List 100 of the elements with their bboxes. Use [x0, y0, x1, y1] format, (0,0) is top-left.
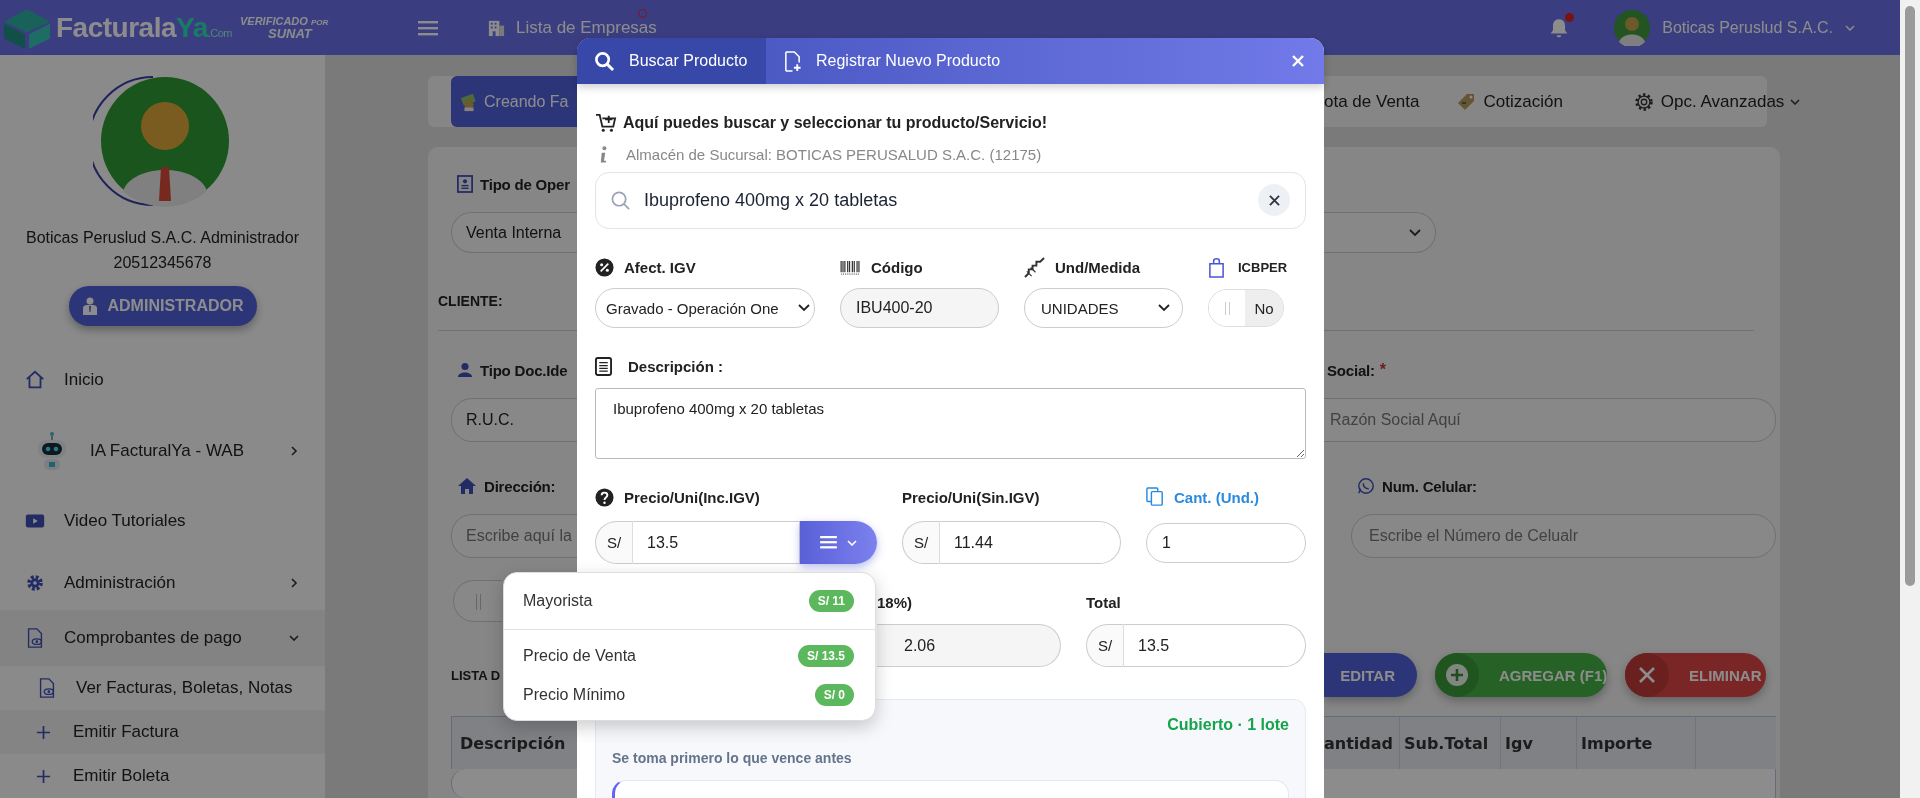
caret-icon [847, 539, 857, 546]
section-heading: LISTA D [451, 667, 501, 683]
caret-icon [1845, 24, 1855, 31]
field-label: Precio/Uni(Sin.IGV) [902, 488, 1040, 506]
home-icon [24, 369, 46, 391]
chevron-icon [289, 577, 299, 588]
info-icon [599, 145, 608, 164]
currency-prefix: S/ [595, 521, 633, 564]
logo-wordmark: FacturalaYa.Com [56, 11, 232, 44]
toolbar-tab[interactable]: ota de Venta [1324, 76, 1420, 127]
price-field[interactable]: 11.44 [940, 521, 1121, 564]
field-label: 18%) [877, 593, 913, 611]
user-icon [457, 362, 473, 378]
warehouse-info: Almacén de Sucursal: BOTICAS PERUSALUD S.A.C. (12175) [626, 146, 1042, 163]
menu-item[interactable]: IA FacturalYa - WAB [0, 415, 325, 487]
field-label: Dirección: [451, 477, 556, 495]
search-field[interactable]: Ibuprofeno 400mg x 20 tabletas [595, 172, 1306, 229]
currency-prefix: S/ [902, 521, 940, 564]
operation-select[interactable]: Venta Interna [451, 212, 577, 253]
code-field[interactable]: IBU400-20 [840, 288, 999, 328]
role-button[interactable]: ADMINISTRADOR [68, 286, 257, 326]
dialog-tab[interactable]: Registrar Nuevo Producto [766, 38, 1019, 84]
plus-circle-icon [1435, 653, 1479, 697]
close-icon [1625, 653, 1669, 697]
profile-name: Boticas Peruslud S.A.C. Administrador [26, 229, 299, 247]
field-label: Social: [1327, 361, 1375, 379]
price-list-button[interactable] [800, 521, 877, 564]
barcode-icon [840, 259, 861, 275]
action-button[interactable]: ELIMINAR [1625, 653, 1766, 697]
menu-item[interactable]: Administración [0, 555, 325, 610]
plus-icon [36, 768, 51, 784]
price-tag: S/ 11 [808, 590, 854, 612]
caret-icon [1790, 98, 1801, 105]
percent-icon [595, 257, 614, 277]
stairs-icon [1024, 256, 1045, 278]
menu-item[interactable]: Video Tutoriales [0, 487, 325, 555]
close-icon [1292, 55, 1304, 67]
action-button[interactable]: EDITAR [1324, 653, 1417, 697]
menu-item[interactable]: Comprobantes de pago [0, 610, 325, 666]
stock-status: Cubierto · 1 lote [1167, 716, 1289, 734]
user-icon [81, 297, 98, 315]
price-option[interactable]: Precio de Venta [523, 647, 636, 665]
igv-amount-field[interactable]: 2.06 [877, 624, 1061, 667]
dialog-tab[interactable]: Buscar Producto [577, 38, 766, 84]
bag-icon [1208, 256, 1225, 278]
phone-field[interactable]: Escribe el Número de Celualr [1351, 514, 1776, 558]
address-field[interactable]: Escribe aquí la [451, 514, 577, 558]
chevron-icon [1158, 304, 1170, 312]
close-icon [1268, 194, 1280, 206]
intro-text: Aquí puedes buscar y seleccionar tu producto/Servicio! [623, 114, 1048, 132]
required-mark: * [1379, 361, 1387, 379]
toggle-switch[interactable] [453, 580, 502, 622]
description-field[interactable]: Ibuprofeno 400mg x 20 tabletas [595, 388, 1306, 459]
section-heading: CLIENTE: [438, 293, 503, 309]
menu-icon [418, 19, 438, 36]
menu-item[interactable]: Inicio [0, 345, 325, 415]
toolbar-tab[interactable]: Creando Fa [451, 76, 577, 127]
plus-icon [36, 724, 51, 740]
field-label: Total [1086, 593, 1121, 611]
total-field[interactable]: 13.5 [1124, 624, 1306, 667]
toolbar-tab[interactable]: Opc. Avanzadas [1632, 76, 1801, 127]
field-label: Precio/Uni(Inc.IGV) [624, 488, 760, 506]
price-tag: S/ 13.5 [797, 645, 854, 667]
home-icon [457, 477, 477, 495]
toolbar-tab[interactable]: Cotización [1455, 76, 1563, 127]
field-label: Descripción : [628, 358, 724, 375]
id-card-icon [457, 175, 473, 193]
price-field[interactable]: 13.5 [633, 521, 800, 564]
field-label: ICBPER [1238, 259, 1288, 275]
icbper-toggle[interactable]: No [1208, 289, 1284, 327]
user-menu-button[interactable]: Boticas Peruslud S.A.C. [1662, 18, 1855, 37]
document-icon [595, 357, 612, 376]
field-label: Num. Celular: [1324, 477, 1477, 495]
field-label: Tipo Doc.Ide [451, 361, 568, 379]
help-icon [595, 487, 614, 507]
chevron-icon [1409, 228, 1421, 237]
cart-icon [595, 113, 617, 133]
new-document-icon [783, 50, 802, 72]
building-icon [487, 18, 506, 37]
chevron-icon [289, 633, 299, 643]
companies-link[interactable]: Lista de Empresas [487, 17, 657, 38]
quantity-field[interactable]: 1 [1146, 522, 1306, 563]
submenu-item[interactable]: Emitir Factura [0, 710, 325, 754]
phone-chat-icon [1357, 477, 1375, 495]
stock-note: Se toma primero lo que vence antes [612, 750, 852, 766]
menu-icon [820, 536, 837, 549]
user-avatar [1614, 9, 1651, 46]
field-label: Afect. IGV [624, 258, 696, 276]
document-type-select[interactable]: R.U.C. [451, 398, 577, 442]
price-tag: S/ 0 [814, 684, 854, 706]
field-label: Cant. (Und.) [1174, 488, 1259, 506]
price-option[interactable]: Mayorista [523, 592, 593, 610]
scrollbar[interactable] [1900, 0, 1920, 798]
price-option[interactable]: Precio Mínimo [523, 686, 626, 704]
settings-icon [1632, 90, 1655, 113]
profile-id: 20512345678 [113, 254, 212, 272]
search-icon [594, 50, 615, 72]
field-label: Und/Medida [1055, 258, 1140, 276]
business-name-field[interactable]: Razón Social Aquí [1324, 398, 1776, 442]
field-label: Código [871, 258, 923, 276]
